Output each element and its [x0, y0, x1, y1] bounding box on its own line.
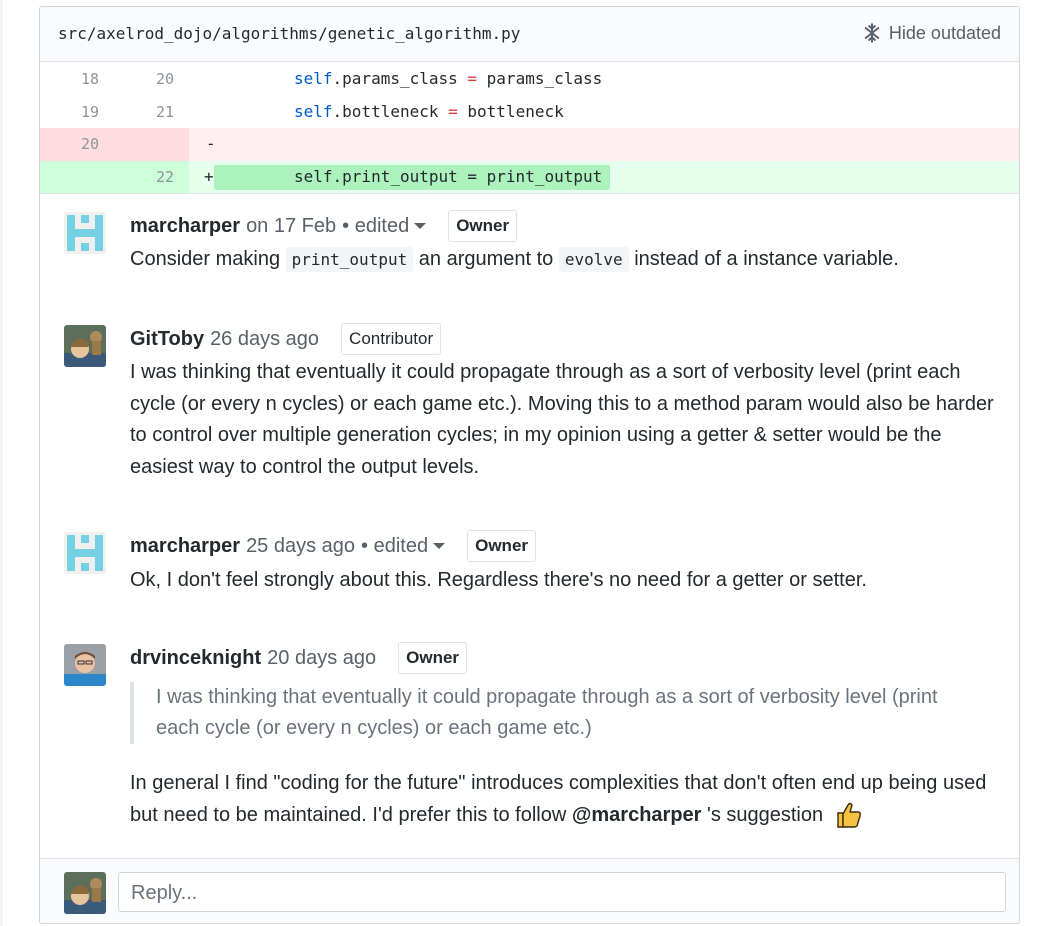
diff-row-addition: 22 + self.print_output = print_output: [40, 160, 1019, 194]
reply-input[interactable]: Reply...: [118, 872, 1006, 912]
author-link[interactable]: marcharper: [130, 535, 240, 558]
comment-text: instead of a instance variable.: [628, 248, 899, 270]
timestamp-link[interactable]: 20 days ago: [267, 647, 376, 670]
inline-code: evolve: [558, 247, 629, 272]
comment-text: Consider making: [130, 248, 286, 270]
inline-code: print_output: [285, 247, 414, 272]
comment-body: Ok, I don't feel strongly about this. Re…: [130, 569, 867, 591]
diff-table: 18 20 self.params_class = params_class 1…: [40, 63, 1019, 193]
page-gutter: [0, 0, 3, 926]
thumbs-up-icon: [836, 803, 861, 828]
comment-header: marcharper 25 days ago • edited Owner: [130, 530, 537, 562]
file-header: src/axelrod_dojo/algorithms/genetic_algo…: [40, 7, 1019, 62]
user-photo-icon: [64, 872, 106, 914]
diff-row: 19 21 self.bottleneck = bottleneck: [40, 96, 1019, 129]
code-line: self.bottleneck = bottleneck: [294, 101, 564, 121]
new-line-number[interactable]: 22: [130, 161, 200, 194]
comment-header: GitToby 26 days ago Contributor: [130, 323, 442, 355]
comment-text: 's suggestion: [701, 803, 824, 826]
identicon-avatar-icon: [64, 212, 106, 254]
edited-dropdown[interactable]: • edited: [361, 534, 446, 558]
avatar[interactable]: [64, 532, 106, 574]
comment-text: an argument to: [413, 248, 559, 270]
file-path-link[interactable]: src/axelrod_dojo/algorithms/genetic_algo…: [58, 24, 520, 43]
reply-bar: Reply...: [40, 858, 1019, 923]
edited-label: • edited: [361, 534, 429, 557]
author-link[interactable]: marcharper: [130, 215, 240, 238]
timestamp-link[interactable]: 26 days ago: [210, 328, 319, 351]
avatar[interactable]: [64, 872, 106, 914]
quoted-reply: I was thinking that eventually it could …: [130, 682, 986, 744]
deletion-sign: -: [206, 134, 216, 153]
review-thread-panel: src/axelrod_dojo/algorithms/genetic_algo…: [39, 6, 1020, 924]
timestamp-link[interactable]: on 17 Feb: [246, 215, 336, 238]
diff-row: 18 20 self.params_class = params_class: [40, 63, 1019, 96]
caret-down-icon: [414, 223, 427, 229]
fold-icon: [864, 23, 880, 43]
old-line-number[interactable]: 18: [52, 63, 128, 96]
new-line-number[interactable]: 20: [130, 63, 200, 96]
avatar[interactable]: [64, 644, 106, 686]
avatar[interactable]: [64, 212, 106, 254]
old-line-number[interactable]: 20: [52, 128, 128, 161]
addition-sign: +: [204, 166, 214, 186]
avatar[interactable]: [64, 325, 106, 367]
comment-body: I was thinking that eventually it could …: [130, 361, 994, 478]
hide-outdated-button[interactable]: Hide outdated: [861, 22, 1001, 44]
role-badge: Contributor: [341, 323, 442, 355]
comment-header: marcharper on 17 Feb • edited Owner: [130, 210, 518, 242]
identicon-avatar-icon: [64, 532, 106, 574]
comment-body: Consider making print_output an argument…: [130, 244, 1000, 276]
author-link[interactable]: drvinceknight: [130, 647, 261, 670]
comment-body: In general I find "coding for the future…: [130, 768, 1000, 831]
role-badge: Owner: [398, 642, 468, 674]
caret-down-icon: [433, 543, 446, 549]
edited-label: • edited: [342, 214, 410, 237]
comment-header: drvinceknight 20 days ago Owner: [130, 642, 468, 674]
edited-dropdown[interactable]: • edited: [342, 214, 427, 238]
new-line-number[interactable]: [130, 128, 200, 161]
old-line-number[interactable]: [52, 161, 128, 194]
code-line: self.params_class = params_class: [294, 69, 603, 88]
role-badge: Owner: [467, 530, 537, 562]
diff-row-deletion: 20 -: [40, 128, 1019, 161]
author-link[interactable]: GitToby: [130, 328, 204, 351]
code-line: self.print_output = print_output: [294, 166, 603, 186]
timestamp-link[interactable]: 25 days ago: [246, 535, 355, 558]
user-photo-icon: [64, 325, 106, 367]
old-line-number[interactable]: 19: [52, 96, 128, 129]
new-line-number[interactable]: 21: [130, 96, 200, 129]
comment-list: marcharper on 17 Feb • edited Owner Cons…: [40, 193, 1019, 828]
user-mention-link[interactable]: @marcharper: [572, 804, 702, 826]
hide-outdated-label: Hide outdated: [888, 22, 1001, 43]
role-badge: Owner: [448, 210, 518, 242]
user-photo-icon: [64, 644, 106, 686]
